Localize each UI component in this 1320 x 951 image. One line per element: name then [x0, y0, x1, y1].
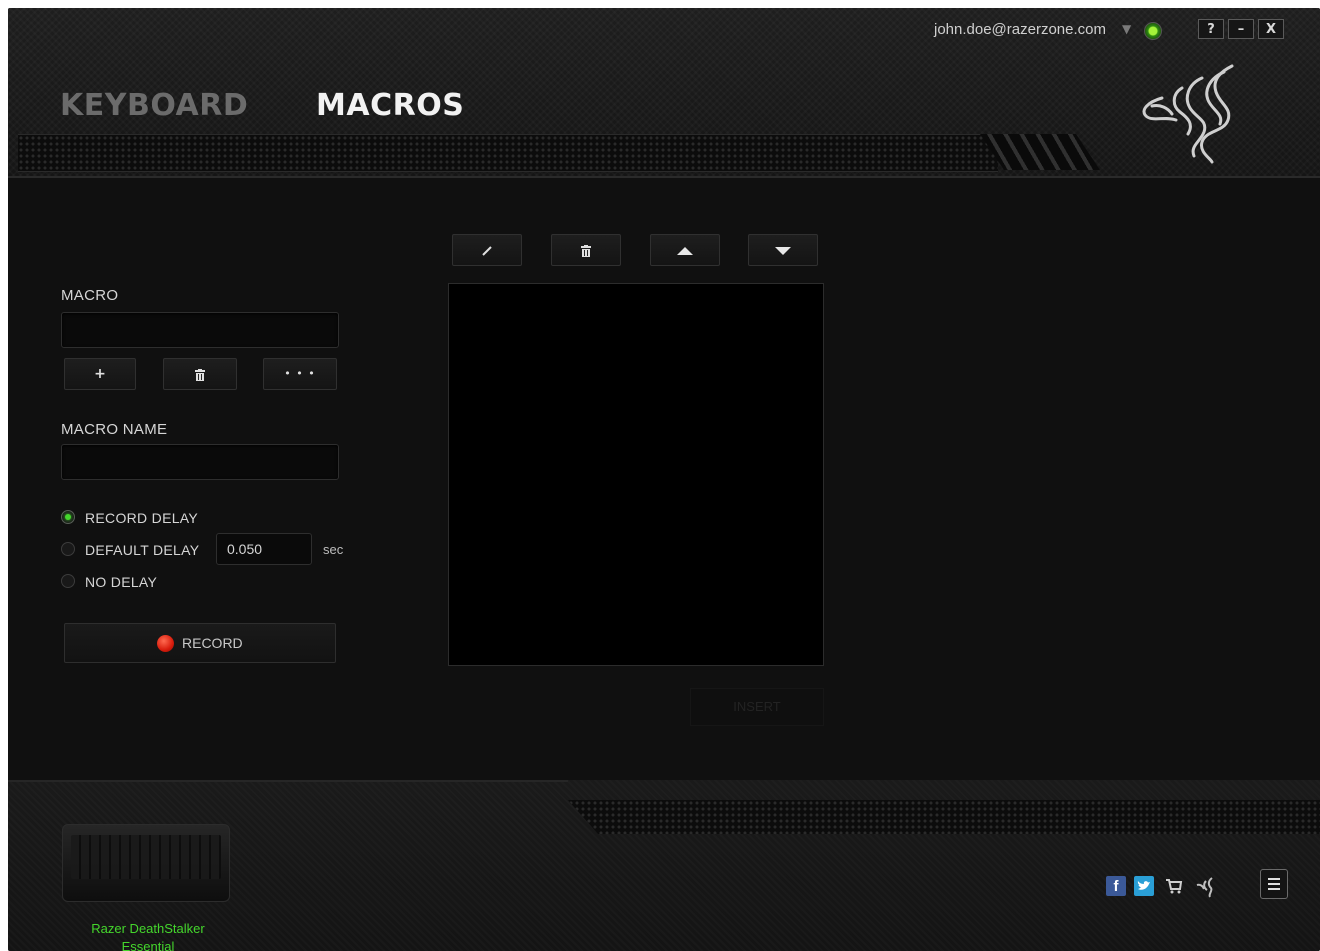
twitter-bird-icon — [1137, 881, 1150, 890]
macro-event-list[interactable] — [448, 283, 824, 666]
device-keys — [71, 835, 221, 879]
default-delay-input[interactable]: 0.050 — [216, 533, 312, 565]
synapse-window: KEYBOARD MACROS john.doe@razerzone.com ▼… — [8, 8, 1320, 951]
delete-macro-button[interactable] — [163, 358, 237, 390]
menu-line — [1268, 883, 1280, 885]
razer-logo-icon — [1142, 64, 1234, 164]
cart-icon[interactable] — [1164, 876, 1184, 896]
minimize-button[interactable]: – — [1228, 19, 1254, 39]
menu-button[interactable] — [1260, 869, 1288, 899]
header: KEYBOARD MACROS john.doe@razerzone.com ▼… — [8, 8, 1320, 178]
delay-unit-label: sec — [323, 542, 344, 557]
footer-texture-band — [568, 800, 1320, 834]
move-down-icon — [775, 247, 791, 255]
cart-shape-icon — [1166, 879, 1183, 894]
add-macro-button[interactable]: + — [64, 358, 136, 390]
footer: Razer DeathStalker Essential f — [8, 780, 1320, 951]
more-icon: • • • — [284, 367, 316, 380]
facebook-icon[interactable]: f — [1106, 876, 1126, 896]
online-status-icon — [1144, 22, 1162, 40]
macro-name-field[interactable] — [61, 444, 339, 480]
help-button[interactable]: ? — [1198, 19, 1224, 39]
account-dropdown-icon[interactable]: ▼ — [1122, 22, 1131, 36]
delete-event-button[interactable] — [551, 234, 621, 266]
device-keyboard-image[interactable] — [62, 824, 230, 902]
account-email[interactable]: john.doe@razerzone.com — [934, 21, 1106, 38]
record-label: RECORD — [182, 635, 243, 651]
plus-icon: + — [94, 366, 106, 382]
no-delay-radio[interactable] — [61, 574, 75, 588]
insert-button[interactable]: INSERT — [690, 688, 824, 726]
no-delay-label: NO DELAY — [85, 574, 158, 590]
device-name-line1: Razer DeathStalker — [91, 921, 205, 936]
header-stripes — [980, 134, 1100, 170]
record-delay-label: RECORD DELAY — [85, 510, 199, 526]
tab-macros[interactable]: MACROS — [316, 88, 464, 123]
header-texture-band — [18, 134, 998, 172]
device-name[interactable]: Razer DeathStalker Essential — [68, 920, 228, 951]
record-icon — [157, 635, 174, 652]
move-down-button[interactable] — [748, 234, 818, 266]
edit-event-button[interactable] — [452, 234, 522, 266]
macro-label: MACRO — [61, 287, 119, 304]
trash-icon — [581, 245, 591, 257]
move-up-icon — [677, 247, 693, 255]
header-divider — [8, 176, 1320, 178]
record-button[interactable]: RECORD — [64, 623, 336, 663]
razer-snake-icon — [1196, 877, 1213, 898]
trash-icon — [195, 369, 205, 381]
move-up-button[interactable] — [650, 234, 720, 266]
menu-line — [1268, 878, 1280, 880]
record-delay-radio[interactable] — [61, 510, 75, 524]
default-delay-radio[interactable] — [61, 542, 75, 556]
close-button[interactable]: X — [1258, 19, 1284, 39]
footer-divider — [8, 780, 568, 782]
edit-icon — [482, 246, 492, 256]
macro-select-field[interactable] — [61, 312, 339, 348]
macro-name-label: MACRO NAME — [61, 421, 168, 438]
default-delay-label: DEFAULT DELAY — [85, 542, 200, 558]
device-name-line2: Essential — [121, 939, 175, 951]
menu-line — [1268, 888, 1280, 890]
twitter-icon[interactable] — [1134, 876, 1154, 896]
razer-icon[interactable] — [1194, 876, 1214, 898]
more-options-button[interactable]: • • • — [263, 358, 337, 390]
tab-keyboard[interactable]: KEYBOARD — [60, 88, 248, 123]
